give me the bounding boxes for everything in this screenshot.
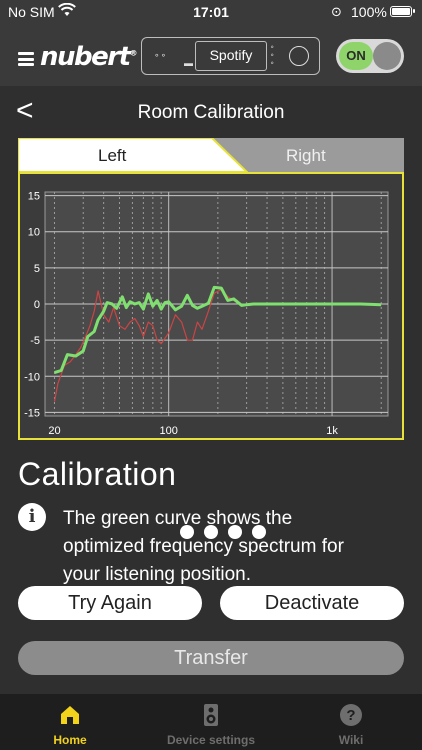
rotation-lock-icon: ⊙: [331, 4, 342, 19]
speaker-icon: [204, 704, 218, 726]
y-tick-label: 10: [28, 227, 40, 239]
tab-device-settings[interactable]: Device settings: [141, 694, 281, 750]
x-tick-label: 100: [159, 425, 177, 437]
home-icon: [61, 706, 79, 724]
status-bar: No SIM 17:01 ⊙ 100%: [0, 0, 422, 26]
indicator-dots-icon: ∘∘: [154, 50, 168, 60]
calibration-description: The green curve shows the optimized freq…: [63, 505, 408, 589]
y-tick-label: -10: [24, 371, 40, 383]
y-tick-label: 0: [34, 299, 40, 311]
deactivate-button[interactable]: Deactivate: [220, 586, 404, 620]
tab-right-label: Right: [286, 146, 326, 165]
power-toggle-thumb: [373, 42, 401, 70]
menu-icon[interactable]: [18, 52, 34, 66]
frequency-chart: 15 10 5 0 -5 -10 -15 20 100 1k: [18, 172, 404, 440]
x-tick-label: 1k: [326, 425, 338, 437]
x-tick-label: 20: [48, 425, 60, 437]
description-line-3: your listening position.: [63, 564, 251, 585]
tab-wiki[interactable]: ? Wiki: [281, 694, 421, 750]
try-again-button[interactable]: Try Again: [18, 586, 202, 620]
svg-text:?: ?: [346, 707, 355, 724]
y-tick-label: 5: [34, 263, 40, 275]
device-widget[interactable]: ∘∘ ▬ Spotify ∘ ∘ ∘: [141, 37, 320, 75]
volume-knob-icon[interactable]: [289, 46, 309, 66]
channel-tabs: Right Left: [18, 138, 404, 172]
indicator-dash-icon: ▬: [184, 58, 193, 68]
tab-wiki-label: Wiki: [338, 733, 364, 747]
calibration-heading: Calibration: [18, 456, 177, 492]
battery-icon: [390, 6, 415, 17]
power-toggle-label: ON: [339, 42, 373, 70]
brand-logo: nubert®: [40, 42, 137, 72]
battery-percentage: 100%: [351, 4, 387, 20]
loading-indicator-icon: [180, 525, 270, 541]
tab-home[interactable]: Home: [0, 694, 140, 750]
frequency-chart-svg: 15 10 5 0 -5 -10 -15 20 100 1k: [24, 191, 389, 437]
y-tick-label: -5: [30, 335, 40, 347]
tab-left-label: Left: [98, 146, 127, 165]
help-icon: ?: [340, 704, 362, 726]
app-header: nubert® ∘∘ ▬ Spotify ∘ ∘ ∘ ON: [0, 26, 422, 86]
source-display[interactable]: Spotify: [195, 41, 267, 71]
transfer-button[interactable]: Transfer: [18, 641, 404, 675]
power-toggle[interactable]: ON: [336, 39, 404, 73]
y-tick-label: -15: [24, 407, 40, 419]
y-tick-label: 15: [28, 191, 40, 203]
title-bar: < Room Calibration: [0, 86, 422, 138]
tab-device-settings-label: Device settings: [166, 733, 256, 747]
tab-home-label: Home: [53, 733, 87, 747]
tab-left[interactable]: [18, 138, 248, 172]
page-title: Room Calibration: [137, 102, 285, 123]
bottom-tab-bar: Home Device settings ? Wiki: [0, 694, 422, 750]
info-icon[interactable]: i: [18, 503, 46, 531]
knob-dots-icon: ∘ ∘ ∘: [270, 44, 275, 67]
